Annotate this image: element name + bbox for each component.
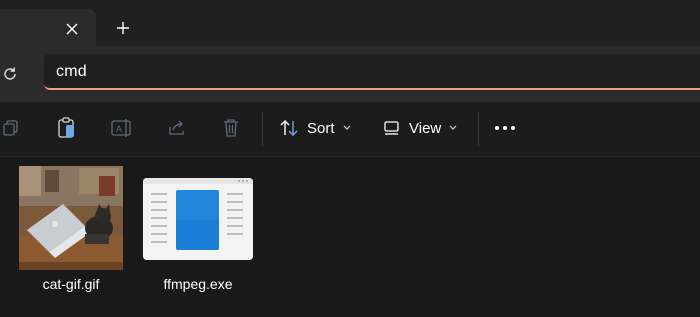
tab-strip: [0, 0, 700, 46]
active-tab[interactable]: [0, 9, 96, 46]
paste-icon[interactable]: [55, 116, 79, 140]
refresh-icon[interactable]: [0, 62, 22, 86]
sort-icon: [280, 120, 298, 136]
address-input[interactable]: cmd: [44, 54, 700, 90]
view-icon: [384, 121, 399, 135]
address-row: cmd: [0, 46, 700, 102]
separator: [262, 112, 263, 146]
file-name[interactable]: ffmpeg.exe: [143, 276, 253, 292]
svg-text:A: A: [116, 124, 122, 134]
file-explorer-window: cmd A Sort View cat-gif.gif ffmpeg.exe: [0, 0, 700, 317]
share-icon[interactable]: [165, 116, 189, 140]
application-icon[interactable]: [143, 178, 253, 260]
gif-thumbnail[interactable]: [19, 166, 123, 270]
delete-icon[interactable]: [219, 116, 243, 140]
close-icon[interactable]: [60, 17, 84, 41]
sort-button[interactable]: Sort: [279, 114, 351, 142]
view-label: View: [409, 119, 442, 137]
chevron-down-icon: [449, 125, 457, 130]
separator: [478, 112, 479, 146]
rename-icon[interactable]: A: [110, 116, 134, 140]
file-name[interactable]: cat-gif.gif: [19, 276, 123, 292]
copy-icon[interactable]: [0, 116, 23, 140]
chevron-down-icon: [343, 125, 350, 130]
sort-label: Sort: [307, 119, 335, 137]
more-icon[interactable]: [493, 116, 517, 140]
new-tab-button[interactable]: [110, 15, 136, 41]
plus-icon: [117, 22, 129, 34]
view-button[interactable]: View: [383, 114, 457, 142]
address-value: cmd: [56, 63, 87, 80]
command-bar: A Sort View: [0, 102, 700, 157]
